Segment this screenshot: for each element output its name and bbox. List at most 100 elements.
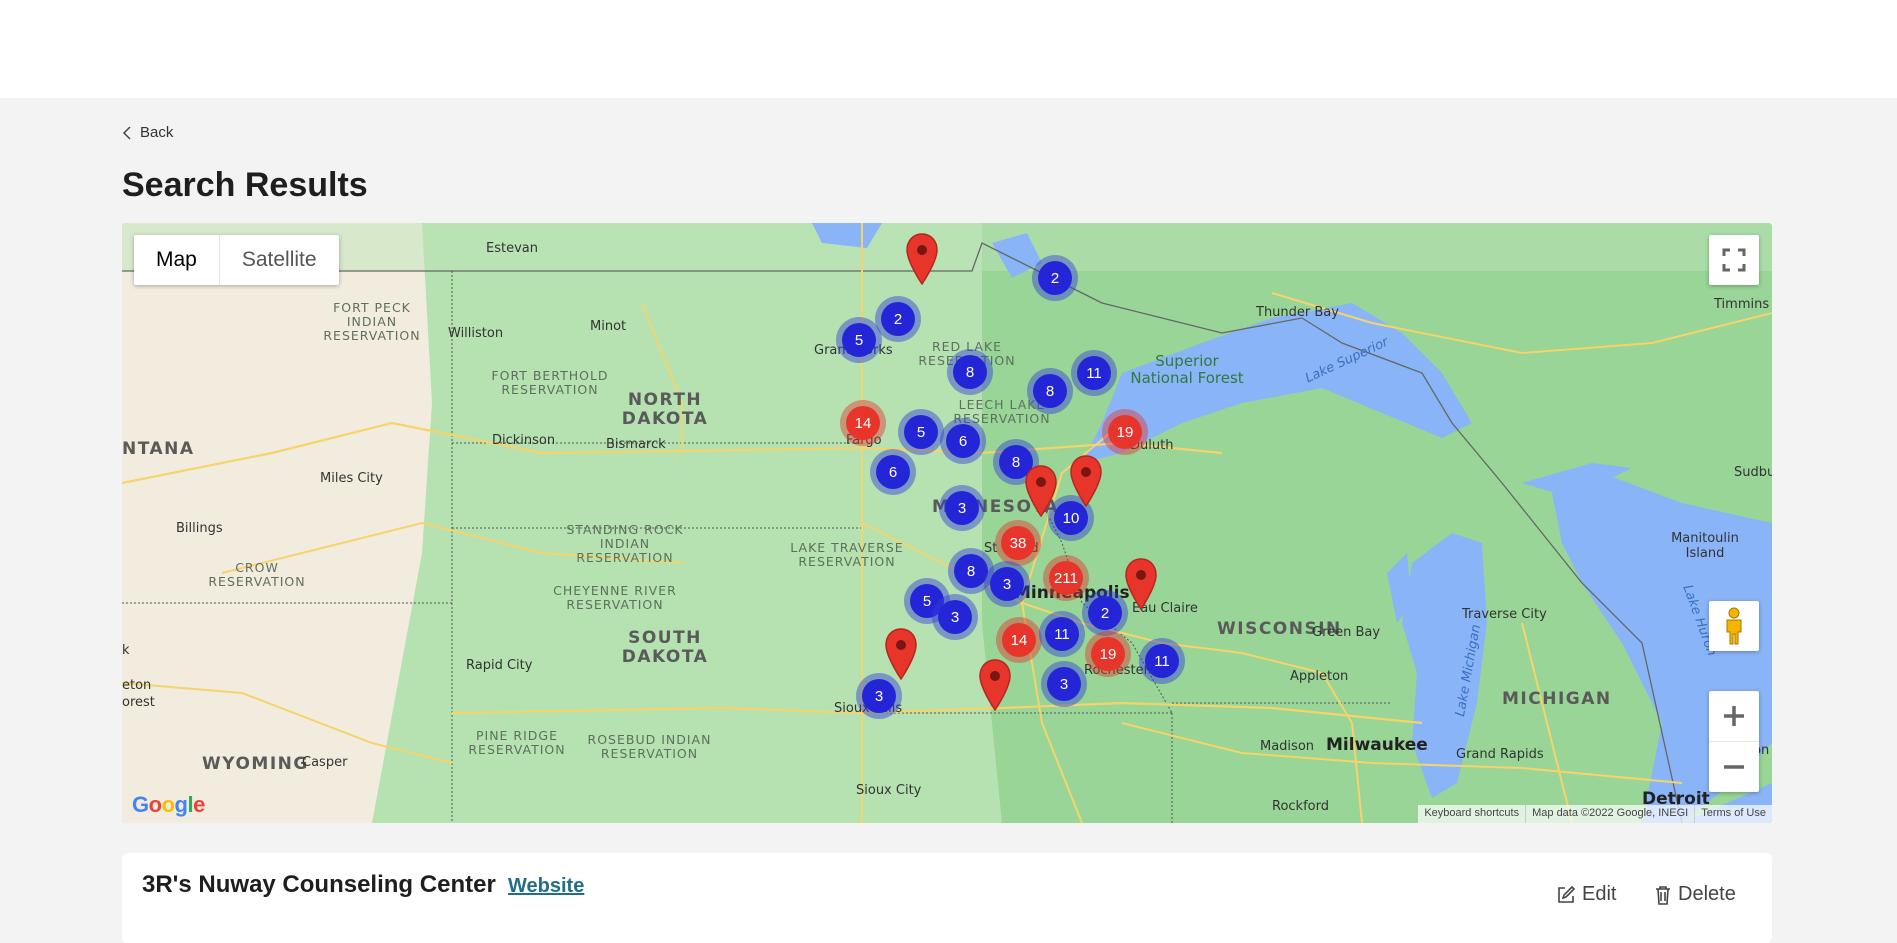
map-label-cheyenne-river: CHEYENNE RIVER RESERVATION <box>553 583 677 612</box>
map-label-edge-k: k <box>122 643 130 658</box>
map-label-pine-ridge: PINE RIDGE RESERVATION <box>468 728 566 757</box>
edit-button[interactable]: Edit <box>1556 883 1616 906</box>
map-type-satellite-button[interactable]: Satellite <box>220 235 339 285</box>
result-card: 3R's Nuway Counseling Center Website Edi… <box>122 853 1772 943</box>
map-cluster-marker[interactable]: 8 <box>953 355 987 389</box>
map-label-sioux-city: Sioux City <box>856 783 922 798</box>
map-label-grand-rapids: Grand Rapids <box>1456 747 1544 762</box>
chevron-left-icon <box>122 125 131 140</box>
map-label-billings: Billings <box>176 521 223 536</box>
map-label-edge-eton: eton <box>122 678 152 693</box>
map-cluster-marker[interactable]: 3 <box>1047 667 1081 701</box>
result-name: 3R's Nuway Counseling Center <box>142 871 496 898</box>
keyboard-shortcuts-link[interactable]: Keyboard shortcuts <box>1418 805 1525 823</box>
map-pin-marker[interactable] <box>978 659 1012 711</box>
map-label-montana: NTANA <box>122 439 195 459</box>
map-label-wyoming: WYOMING <box>202 754 309 774</box>
map-cluster-marker[interactable]: 5 <box>842 323 876 357</box>
map-cluster-marker[interactable]: 3 <box>862 679 896 713</box>
zoom-in-icon <box>1724 706 1744 726</box>
terms-of-use-link[interactable]: Terms of Use <box>1694 805 1772 823</box>
map-label-rosebud: ROSEBUD INDIAN RESERVATION <box>587 732 712 761</box>
map-cluster-marker[interactable]: 14 <box>1002 623 1036 657</box>
fullscreen-icon <box>1722 248 1746 272</box>
map-label-sudbury: Sudbu <box>1734 465 1772 480</box>
map-label-fort-peck: FORT PECK INDIAN RESERVATION <box>323 300 421 343</box>
map-label-edge-orest: orest <box>122 695 155 710</box>
map-pin-marker[interactable] <box>1124 558 1158 610</box>
website-link[interactable]: Website <box>508 875 584 898</box>
map-label-appleton: Appleton <box>1290 669 1349 684</box>
map-label-rapid-city: Rapid City <box>466 658 533 673</box>
map-label-miles-city: Miles City <box>320 471 383 486</box>
map-label-superior-forest: Superior National Forest <box>1130 352 1244 387</box>
zoom-in-button[interactable] <box>1709 691 1759 742</box>
map-cluster-marker[interactable]: 3 <box>945 491 979 525</box>
map-cluster-marker[interactable]: 2 <box>1088 596 1122 630</box>
map-cluster-marker[interactable]: 19 <box>1091 637 1125 671</box>
zoom-out-button[interactable] <box>1709 742 1759 792</box>
map-label-fort-berthold: FORT BERTHOLD RESERVATION <box>491 368 609 397</box>
page-title: Search Results <box>122 166 368 204</box>
map-label-lake-traverse: LAKE TRAVERSE RESERVATION <box>790 540 904 569</box>
results-map[interactable]: NORTH DAKOTA SOUTH DAKOTA MINNESOTA WISC… <box>122 223 1772 823</box>
map-type-control: Map Satellite <box>134 235 339 285</box>
map-cluster-marker[interactable]: 3 <box>938 600 972 634</box>
map-cluster-marker[interactable]: 11 <box>1077 356 1111 390</box>
map-pin-marker[interactable] <box>1024 465 1058 517</box>
edit-label: Edit <box>1582 883 1617 905</box>
map-label-michigan: MICHIGAN <box>1502 689 1612 709</box>
map-cluster-marker[interactable]: 11 <box>1045 617 1079 651</box>
fullscreen-button[interactable] <box>1709 235 1759 285</box>
map-label-madison: Madison <box>1260 739 1315 754</box>
map-label-timmins: Timmins <box>1714 297 1770 312</box>
map-label-north-dakota: NORTH DAKOTA <box>621 390 709 429</box>
map-cluster-marker[interactable]: 6 <box>946 424 980 458</box>
pegman-icon <box>1726 607 1742 645</box>
delete-label: Delete <box>1678 883 1736 905</box>
map-label-casper: Casper <box>302 755 348 770</box>
map-cluster-marker[interactable]: 2 <box>881 302 915 336</box>
map-label-minot: Minot <box>590 319 627 334</box>
back-link[interactable]: Back <box>122 124 173 141</box>
map-label-estevan: Estevan <box>486 241 538 256</box>
map-cluster-marker[interactable]: 2 <box>1038 261 1072 295</box>
map-attribution: Keyboard shortcuts Map data ©2022 Google… <box>1418 805 1772 823</box>
map-label-south-dakota: SOUTH DAKOTA <box>621 628 709 667</box>
map-pin-marker[interactable] <box>1069 455 1103 507</box>
zoom-out-icon <box>1724 765 1744 769</box>
map-cluster-marker[interactable]: 11 <box>1145 644 1179 678</box>
zoom-control <box>1709 691 1759 792</box>
top-header-bar <box>0 0 1897 98</box>
map-cluster-marker[interactable]: 8 <box>1033 374 1067 408</box>
google-logo: Google <box>132 792 205 817</box>
map-pin-marker[interactable] <box>884 628 918 680</box>
back-label: Back <box>140 124 174 141</box>
map-cluster-marker[interactable]: 38 <box>1001 526 1035 560</box>
map-cluster-marker[interactable]: 211 <box>1049 561 1083 595</box>
map-label-crow: CROW RESERVATION <box>208 560 306 589</box>
delete-button[interactable]: Delete <box>1654 883 1736 906</box>
map-data-credit: Map data ©2022 Google, INEGI <box>1525 805 1694 823</box>
map-label-milwaukee: Milwaukee <box>1326 735 1428 755</box>
street-view-button[interactable] <box>1709 601 1759 651</box>
map-cluster-marker[interactable]: 8 <box>954 554 988 588</box>
map-label-rockford: Rockford <box>1272 799 1329 814</box>
map-cluster-marker[interactable]: 14 <box>846 406 880 440</box>
map-label-dickinson: Dickinson <box>492 433 556 448</box>
edit-icon <box>1558 885 1576 903</box>
map-label-williston: Williston <box>448 326 504 341</box>
map-cluster-marker[interactable]: 3 <box>990 567 1024 601</box>
map-label-standing-rock: STANDING ROCK INDIAN RESERVATION <box>566 522 684 565</box>
map-cluster-marker[interactable]: 19 <box>1108 415 1142 449</box>
map-cluster-marker[interactable]: 5 <box>904 415 938 449</box>
map-pin-marker[interactable] <box>905 233 939 285</box>
map-label-manitoulin: Manitoulin Island <box>1671 531 1739 561</box>
map-label-green-bay: Green Bay <box>1312 625 1381 640</box>
trash-icon <box>1656 885 1670 905</box>
map-cluster-marker[interactable]: 6 <box>876 455 910 489</box>
map-type-map-button[interactable]: Map <box>134 235 220 285</box>
map-label-traverse-city: Traverse City <box>1462 607 1547 622</box>
map-label-bismarck: Bismarck <box>606 437 666 452</box>
map-label-thunder-bay: Thunder Bay <box>1256 305 1339 320</box>
